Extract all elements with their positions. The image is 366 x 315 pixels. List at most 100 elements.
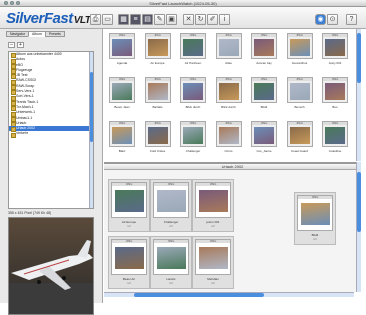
thumbnail-image: [325, 83, 345, 100]
thumbnail-item[interactable]: JPEG Bus: [320, 75, 350, 118]
thumbnail-item[interactable]: JPEG Air Europe: [143, 31, 173, 74]
thumbnail-tag: JPEG: [216, 122, 241, 125]
thumbnail-item[interactable]: JPEG Coast Guard: [285, 119, 315, 161]
album-tree-scroll-thumb[interactable]: [90, 72, 93, 142]
thumbnail-frame: JPEG: [286, 77, 313, 103]
thumbnail-frame: JPEG: [286, 121, 313, 147]
lightbox-item[interactable]: JPEG jetcor 001 1/2: [192, 179, 234, 232]
thumbnail-tag: JPEG: [252, 34, 276, 37]
settings-icon[interactable]: ⊙: [327, 14, 338, 25]
lightbox-item[interactable]: JPEG Challenger 1/2: [150, 179, 192, 232]
thumbnail-image: [325, 39, 345, 56]
thumbnail-item[interactable]: JPEG Blick durch: [214, 75, 244, 118]
info-icon[interactable]: i: [219, 14, 230, 25]
thumbnail-item[interactable]: JPEG Coc_Jamie: [249, 119, 279, 161]
thumbnail-item[interactable]: JPEG Air Panhuen: [178, 31, 208, 74]
title-bar: SilverFast LaunchWatch (1024-05-30): [0, 0, 366, 7]
print-icon[interactable]: ⎙: [90, 14, 101, 25]
edit-icon[interactable]: ✐: [207, 14, 218, 25]
thumbnail-tag: JPEG: [110, 34, 134, 37]
thumbnail-item[interactable]: JPEG Avocanthus: [285, 31, 315, 74]
thumbnail-caption: Challenger: [185, 149, 201, 153]
tab-navigator[interactable]: Navigator: [6, 31, 29, 37]
rotate-icon[interactable]: ↻: [195, 14, 206, 25]
thumbnail-caption: Air Panhuen: [184, 61, 202, 65]
lightbox-scroll-thumb[interactable]: [357, 172, 361, 232]
thumbnail-item[interactable]: JPEG Agenda: [107, 31, 137, 74]
tab-album[interactable]: Album: [27, 31, 46, 37]
image-icon[interactable]: ▣: [166, 14, 177, 25]
thumbnail-item[interactable]: JPEG Bunsch: [285, 75, 315, 118]
thumbnail-grid: JPEG Agenda JPEG Air Europe JPEG Air Panhuen J…: [104, 29, 361, 161]
thumbnail-caption: Avocanthus: [291, 61, 308, 65]
tab-presets[interactable]: Presets: [44, 31, 65, 37]
left-tabs: Navigator Album Presets: [6, 31, 65, 37]
album-tree-scrollbar[interactable]: [89, 52, 93, 208]
help-icon[interactable]: ?: [346, 14, 357, 25]
thumbnail-frame: JPEG: [180, 121, 206, 147]
thumbnail-frame: JPEG: [180, 33, 206, 59]
lightbox-item[interactable]: JPEG Meridian 1/2: [192, 236, 234, 289]
grid-scroll-thumb[interactable]: [357, 33, 361, 83]
filmstrip-icon[interactable]: ▤: [142, 14, 153, 25]
thumbnail-item[interactable]: JPEG Cold Unites: [143, 119, 173, 161]
thumbnail-item[interactable]: JPEG Avocan bay: [249, 31, 279, 74]
close-icon[interactable]: ✕: [183, 14, 194, 25]
lightbox-caption: Challenger: [163, 220, 179, 224]
thumbnail-image: [183, 39, 203, 56]
thumbnail-tag: JPEG: [252, 78, 276, 81]
thumbnail-item[interactable]: JPEG Barltals: [143, 75, 173, 118]
lightbox-image: [115, 190, 144, 212]
lightbox-item[interactable]: JPEG Air Europe 1/2: [108, 179, 150, 232]
lightbox-caption: jetcor 001: [206, 220, 220, 224]
lightbox-tag: JPEG: [298, 196, 332, 199]
lightbox-image: [199, 190, 228, 212]
thumbnail-item[interactable]: JPEG Bild4: [249, 75, 279, 118]
lightbox-item[interactable]: JPEG Bild4 1/2: [294, 192, 336, 245]
thumbnail-item[interactable]: JPEG Challenger: [178, 119, 208, 161]
thumbnail-tag: JPEG: [181, 122, 205, 125]
horizontal-scroll-thumb[interactable]: [134, 293, 264, 297]
search-icon[interactable]: ◉: [315, 14, 326, 25]
thumbnail-item[interactable]: JPEG Atlas: [214, 31, 244, 74]
thumbnail-item[interactable]: JPEG Jetcy 001: [320, 31, 350, 74]
thumbnail-image: [325, 127, 345, 144]
left-panel: Navigator Album Presets – + Album aus un…: [0, 29, 103, 315]
lightbox-item[interactable]: JPEG Beam Air 1/2: [108, 236, 150, 289]
lightbox-image: [115, 247, 144, 269]
thumbnail-caption: Coastline: [328, 149, 342, 153]
thumbnail-image: [147, 39, 168, 56]
album-tree-item[interactable]: Verkehr: [9, 131, 93, 139]
wrench-icon[interactable]: ✎: [154, 14, 165, 25]
remove-album-button[interactable]: –: [8, 42, 15, 48]
lightbox-scrollbar[interactable]: [356, 162, 361, 292]
thumbnail-frame: JPEG: [251, 33, 277, 59]
horizontal-scrollbar[interactable]: [104, 292, 354, 297]
grid-view-icon[interactable]: ▦: [118, 14, 129, 25]
thumbnail-image: [289, 83, 310, 100]
tray-icon[interactable]: ▭: [102, 14, 113, 25]
thumbnail-item[interactable]: JPEG Blaci: [107, 119, 137, 161]
thumbnail-tag: JPEG: [181, 78, 205, 81]
thumbnail-item[interactable]: JPEG Coastline: [320, 119, 350, 161]
list-view-icon[interactable]: ≡: [130, 14, 141, 25]
add-album-button[interactable]: +: [17, 42, 24, 48]
lightbox-tag: JPEG: [196, 240, 230, 243]
thumbnail-caption: Cirrus: [224, 149, 233, 153]
thumbnail-caption: Cold Unites: [149, 149, 166, 153]
lightbox-frame: JPEG: [111, 182, 147, 218]
lightbox-item[interactable]: JPEG Landor 1/2: [150, 236, 192, 289]
thumbnail-caption: Atlas: [225, 61, 232, 65]
thumbnail-caption: Agenda: [116, 61, 128, 65]
thumbnail-item[interactable]: JPEG Beam Jaan: [107, 75, 137, 118]
lightbox-subcaption: 1/2: [127, 282, 131, 285]
app-logo: SilverFastVLT: [6, 10, 91, 27]
thumbnail-tag: JPEG: [110, 78, 134, 81]
thumbnail-frame: JPEG: [251, 121, 277, 147]
thumbnail-item[interactable]: JPEG Cirrus: [214, 119, 244, 161]
lightbox-panel: Urlaub 2002 JPEG Air Europe 1/2 JPEG Challen…: [104, 162, 361, 292]
thumbnail-item[interactable]: JPEG Blick durch: [178, 75, 208, 118]
thumbnail-caption: Blaci: [118, 149, 126, 153]
thumbnail-image: [289, 39, 310, 56]
grid-scrollbar[interactable]: [356, 29, 361, 161]
